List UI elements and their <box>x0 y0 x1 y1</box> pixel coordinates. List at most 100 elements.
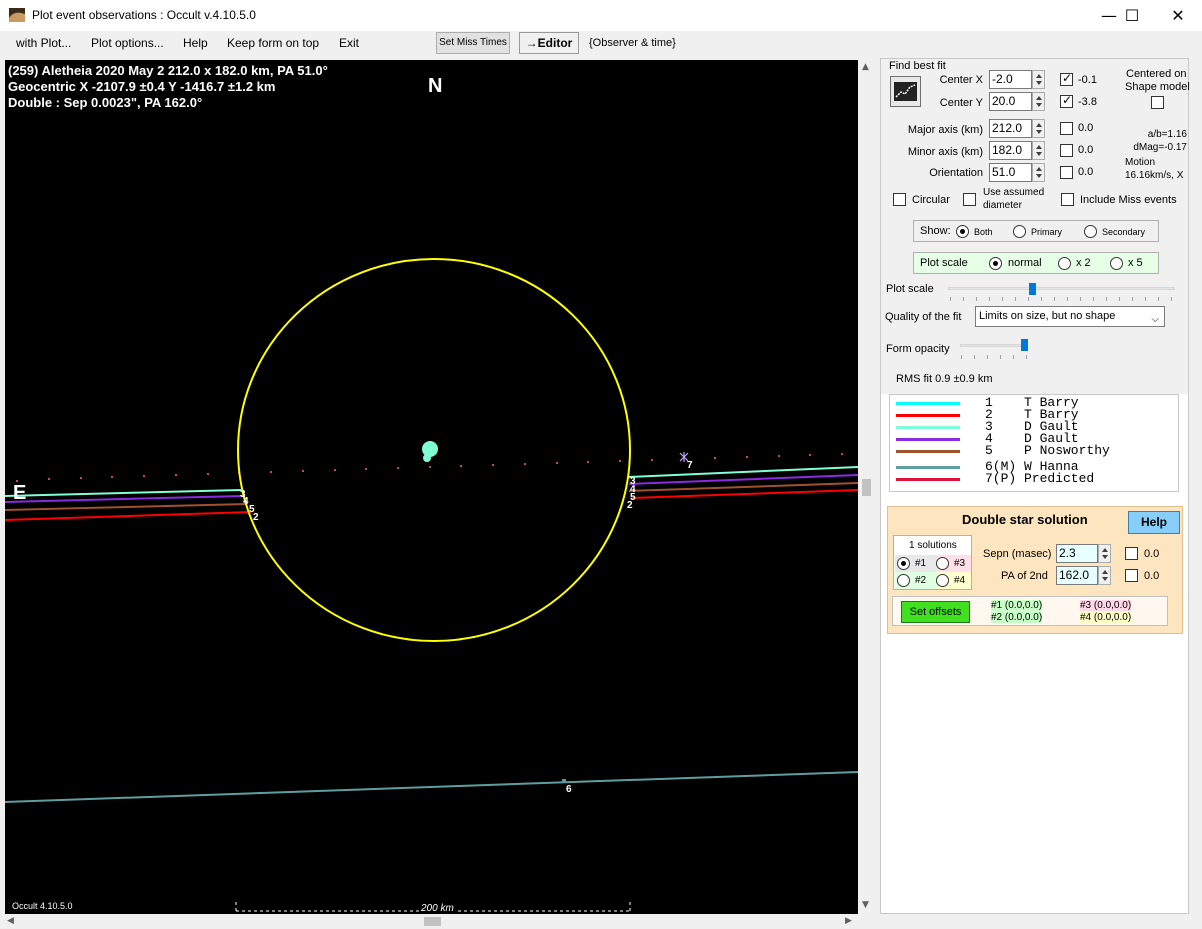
orientation-sd: 0.0 <box>1078 166 1094 178</box>
legend-swatch <box>896 414 960 417</box>
scale-bar-label: 200 km <box>419 903 456 914</box>
circular-checkbox[interactable] <box>893 193 906 206</box>
major-axis-input[interactable]: 212.0 <box>989 119 1032 138</box>
menu-exit[interactable]: Exit <box>339 36 359 50</box>
plot-horizontal-scrollbar[interactable]: ◀ ▶ <box>5 914 858 929</box>
east-label: E <box>13 482 27 504</box>
chord-label-hanna: 6 <box>566 784 572 795</box>
solution-4-label: #4 <box>954 575 966 586</box>
use-assumed-diameter-checkbox[interactable] <box>963 193 976 206</box>
chord-line-3-left <box>5 489 242 497</box>
rms-fit-label: RMS fit 0.9 ±0.9 km <box>896 373 993 385</box>
maximize-button[interactable]: ☐ <box>1109 0 1155 31</box>
shape-model-checkbox[interactable] <box>1151 96 1164 109</box>
center-y-input[interactable]: 20.0 <box>989 92 1032 111</box>
quality-select[interactable]: Limits on size, but no shape ⌵ <box>975 306 1165 327</box>
observer-legend: 1T Barry 2T Barry 3D Gault 4D Gault 5P N… <box>889 394 1179 492</box>
solution-2-radio[interactable] <box>897 574 910 587</box>
legend-swatch <box>896 426 960 429</box>
vertical-scroll-thumb[interactable] <box>862 479 871 496</box>
double-star-help-button[interactable]: Help <box>1128 511 1180 534</box>
window-title: Plot event observations : Occult v.4.10.… <box>32 8 256 22</box>
plot-canvas[interactable]: (259) Aletheia 2020 May 2 212.0 x 182.0 … <box>5 60 858 914</box>
center-y-fit-checkbox[interactable] <box>1060 93 1073 108</box>
minor-axis-label: Minor axis (km) <box>907 146 983 158</box>
pa-fit-checkbox[interactable] <box>1125 569 1138 582</box>
sepn-label: Sepn (masec) <box>983 548 1052 560</box>
pa-input[interactable]: 162.0 <box>1056 566 1098 585</box>
legend-number: 7(P) <box>985 471 1017 486</box>
center-x-spinner[interactable] <box>1032 70 1045 89</box>
orientation-input[interactable]: 51.0 <box>989 163 1032 182</box>
opacity-slider[interactable] <box>960 344 1028 347</box>
plot-info-line-2: Geocentric X -2107.9 ±0.4 Y -1416.7 ±1.2… <box>8 79 276 94</box>
show-options-group: Show: Both Primary Secondary <box>913 220 1159 242</box>
scroll-down-icon[interactable]: ▼ <box>862 900 869 910</box>
legend-number: 5 <box>985 443 993 458</box>
menu-with-plot[interactable]: with Plot... <box>16 36 71 50</box>
observer-time-label[interactable]: {Observer & time} <box>589 37 676 49</box>
major-axis-sd: 0.0 <box>1078 122 1094 134</box>
sepn-spinner[interactable] <box>1098 544 1111 563</box>
scroll-up-icon[interactable]: ▲ <box>862 62 869 72</box>
plot-info-line-3: Double : Sep 0.0023", PA 162.0° <box>8 95 203 110</box>
solution-3-radio[interactable] <box>936 557 949 570</box>
center-y-sd: -3.8 <box>1078 96 1097 108</box>
scale-normal-radio[interactable] <box>989 257 1002 270</box>
show-secondary-radio[interactable] <box>1084 225 1097 238</box>
chord-label-predicted: 7 <box>687 460 693 471</box>
quality-select-value: Limits on size, but no shape <box>979 310 1116 322</box>
center-y-spinner[interactable] <box>1032 92 1045 111</box>
set-miss-times-button[interactable]: Set Miss Times <box>436 32 510 54</box>
center-x-fit-checkbox[interactable] <box>1060 71 1073 86</box>
sepn-fit-checkbox[interactable] <box>1125 547 1138 560</box>
chevron-down-icon: ⌵ <box>1151 314 1159 325</box>
solution-4-radio[interactable] <box>936 574 949 587</box>
plot-scale-slider-thumb[interactable] <box>1029 283 1037 295</box>
minor-axis-input[interactable]: 182.0 <box>989 141 1032 160</box>
minor-axis-fit-checkbox[interactable] <box>1060 144 1073 157</box>
pa-label: PA of 2nd <box>1001 570 1048 582</box>
show-primary-radio[interactable] <box>1013 225 1026 238</box>
sepn-input[interactable]: 2.3 <box>1056 544 1098 563</box>
find-best-fit-label: Find best fit <box>889 60 946 72</box>
find-best-fit-button[interactable] <box>890 76 921 107</box>
major-axis-fit-checkbox[interactable] <box>1060 122 1073 135</box>
motion-label: Motion <box>1125 157 1156 168</box>
scale-x5-radio[interactable] <box>1110 257 1123 270</box>
fit-settings: Find best fit Center X -2.0 -0.1 Center … <box>881 59 1190 394</box>
pa-spinner[interactable] <box>1098 566 1111 585</box>
menu-keep-on-top[interactable]: Keep form on top <box>227 36 319 50</box>
scale-x5-label: x 5 <box>1128 257 1143 269</box>
plot-info-line-1: (259) Aletheia 2020 May 2 212.0 x 182.0 … <box>8 63 328 78</box>
scale-x2-radio[interactable] <box>1058 257 1071 270</box>
horizontal-scroll-thumb[interactable] <box>424 917 441 926</box>
editor-button[interactable]: →Editor <box>519 32 579 54</box>
menu-help[interactable]: Help <box>183 36 208 50</box>
include-miss-label: Include Miss events <box>1080 194 1177 206</box>
opacity-slider-thumb[interactable] <box>1021 339 1028 351</box>
minor-axis-spinner[interactable] <box>1032 141 1045 160</box>
include-miss-checkbox[interactable] <box>1061 193 1074 206</box>
circular-label: Circular <box>912 194 950 206</box>
north-label: N <box>428 75 443 97</box>
scroll-left-icon[interactable]: ◀ <box>7 916 14 926</box>
show-both-radio[interactable] <box>956 225 969 238</box>
menu-bar: with Plot... Plot options... Help Keep f… <box>0 31 1202 56</box>
scroll-right-icon[interactable]: ▶ <box>845 916 852 926</box>
major-axis-spinner[interactable] <box>1032 119 1045 138</box>
version-label: Occult 4.10.5.0 <box>12 901 73 911</box>
menu-plot-options[interactable]: Plot options... <box>91 36 164 50</box>
center-x-input[interactable]: -2.0 <box>989 70 1032 89</box>
set-offsets-button[interactable]: Set offsets <box>901 601 970 623</box>
legend-swatch <box>896 402 960 405</box>
chord-line-4-left <box>5 495 244 503</box>
plot-vertical-scrollbar[interactable]: ▲ ▼ <box>859 60 874 914</box>
legend-swatch <box>896 466 960 469</box>
plot-scale-slider[interactable] <box>948 287 1175 290</box>
orientation-spinner[interactable] <box>1032 163 1045 182</box>
orientation-label: Orientation <box>929 167 983 179</box>
solution-1-radio[interactable] <box>897 557 910 570</box>
close-button[interactable]: ✕ <box>1155 0 1201 31</box>
orientation-fit-checkbox[interactable] <box>1060 166 1073 179</box>
